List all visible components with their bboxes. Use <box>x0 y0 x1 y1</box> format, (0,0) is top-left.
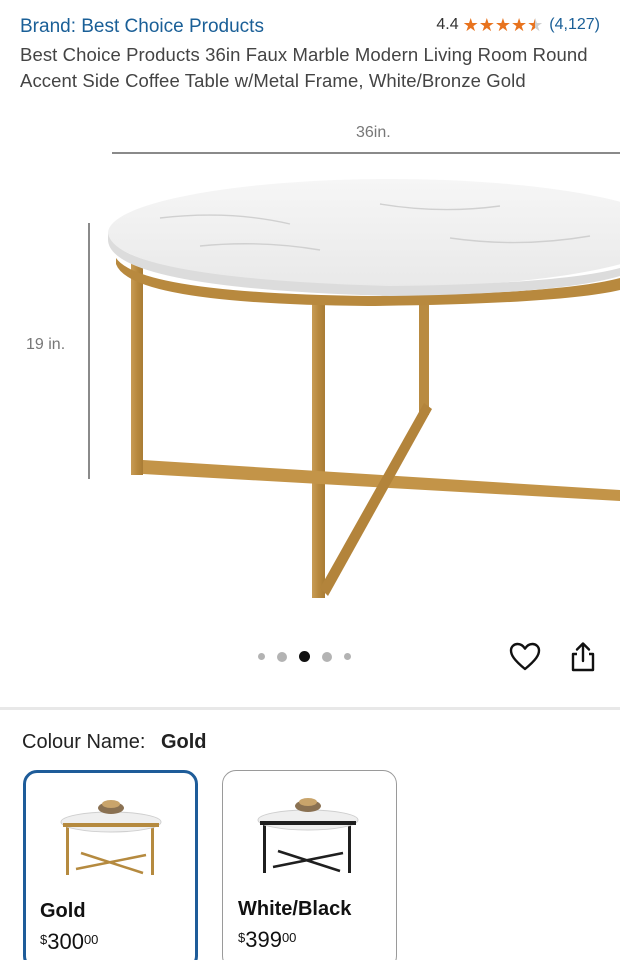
rating[interactable]: 4.4 ★ ★ ★ ★ ★ (4,127) <box>436 16 600 34</box>
price-whole: 399 <box>245 927 282 952</box>
rating-score: 4.4 <box>436 16 459 33</box>
share-icon[interactable] <box>566 640 600 674</box>
heart-icon[interactable] <box>508 640 542 674</box>
colour-option-white-black[interactable]: White/Black $ 399 00 <box>222 770 397 960</box>
image-pagination-dots[interactable] <box>258 651 363 662</box>
pagination-dot-active[interactable] <box>299 651 310 662</box>
product-image-gallery[interactable]: 36in. 19 in. <box>0 118 620 678</box>
product-image <box>108 179 620 598</box>
brand-link[interactable]: Brand: Best Choice Products <box>20 16 264 38</box>
star-icon: ★ <box>462 15 479 35</box>
colour-option-price: $ 399 00 <box>238 927 296 953</box>
star-icon: ★ <box>478 15 495 35</box>
review-count-link[interactable]: (4,127) <box>549 16 600 34</box>
colour-label: Colour Name: <box>22 731 146 753</box>
colour-selected-value: Gold <box>160 731 207 753</box>
price-currency: $ <box>40 932 48 947</box>
section-divider <box>0 707 620 710</box>
price-currency: $ <box>238 930 246 945</box>
pagination-dot[interactable] <box>277 651 287 662</box>
price-whole: 300 <box>47 929 84 954</box>
price-cents: 00 <box>83 932 99 947</box>
rating-stars: ★ ★ ★ ★ ★ <box>463 16 544 34</box>
pagination-dot[interactable] <box>322 651 332 662</box>
colour-option-name: Gold <box>40 900 86 922</box>
colour-option-name: White/Black <box>238 898 352 920</box>
half-star-icon: ★ <box>527 15 544 35</box>
colour-option-gold[interactable]: Gold $ 300 00 <box>23 770 198 960</box>
swatch-image <box>257 798 359 873</box>
pagination-dot[interactable] <box>344 653 351 660</box>
colour-selector-label: Colour Name: Gold <box>22 731 207 754</box>
colour-option-price: $ 300 00 <box>40 929 98 955</box>
star-icon: ★ <box>494 15 512 35</box>
pagination-dot[interactable] <box>258 653 265 660</box>
price-cents: 00 <box>281 930 297 945</box>
star-icon: ★ <box>511 15 528 35</box>
product-title: Best Choice Products 36in Faux Marble Mo… <box>20 44 588 91</box>
swatch-image <box>60 800 162 875</box>
